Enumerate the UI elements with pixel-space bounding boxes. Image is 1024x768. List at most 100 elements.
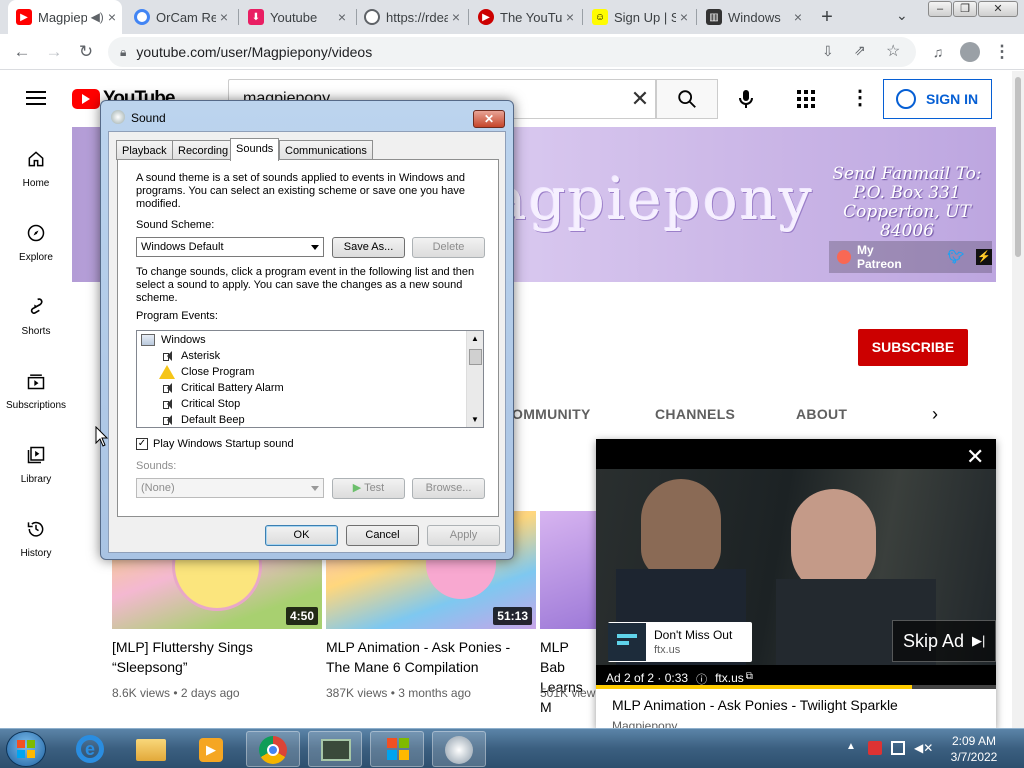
reload-icon[interactable]: ↻ — [74, 40, 98, 64]
ad-card[interactable]: Don't Miss Out ftx.us — [608, 622, 752, 662]
events-scrollbar[interactable]: ▲ ▼ — [466, 331, 483, 427]
tab-community[interactable]: OMMUNITY — [512, 406, 591, 422]
media-player-icon[interactable]: ▶ — [184, 731, 238, 767]
sidebar-item-history[interactable]: History — [0, 497, 72, 571]
network-icon[interactable] — [891, 741, 905, 755]
video-title[interactable]: MLP Animation - Ask Ponies - The Mane 6 … — [326, 637, 536, 677]
chrome-icon[interactable] — [246, 731, 300, 767]
scheme-dropdown[interactable]: Windows Default — [136, 237, 324, 257]
tab-recording[interactable]: Recording — [172, 140, 235, 160]
show-hidden-icons[interactable]: ▲ — [846, 741, 860, 755]
sidebar-item-subscriptions[interactable]: Subscriptions — [0, 349, 72, 423]
video-title[interactable]: [MLP] Fluttershy Sings “Sleepsong” — [112, 637, 322, 677]
list-item[interactable]: Critical Stop — [161, 396, 240, 412]
profile-icon[interactable] — [958, 40, 982, 64]
sign-in-button[interactable]: SIGN IN — [883, 79, 992, 119]
miniplayer-video-title[interactable]: MLP Animation - Ask Ponies - Twilight Sp… — [612, 697, 898, 713]
action-center-icon[interactable] — [868, 741, 882, 755]
browser-menu-icon[interactable]: ⋮ — [990, 40, 1014, 64]
browser-tab[interactable]: ▥ Windows × — [698, 0, 808, 34]
browser-tab[interactable]: https://rdeals × — [356, 0, 466, 34]
list-item[interactable]: Close Program — [159, 364, 254, 380]
video-thumbnail[interactable] — [540, 511, 596, 629]
audio-playing-icon[interactable]: ◀) — [91, 10, 104, 24]
tab-close-icon[interactable]: × — [338, 9, 346, 25]
test-button[interactable]: ▶ Test — [332, 478, 405, 499]
tab-communications[interactable]: Communications — [279, 140, 373, 160]
file-explorer-icon[interactable] — [124, 731, 178, 767]
url-text[interactable]: youtube.com/user/Magpiepony/videos — [136, 44, 372, 60]
tab-playback[interactable]: Playback — [116, 140, 173, 160]
recorder-app-icon[interactable] — [308, 731, 362, 767]
program-events-list[interactable]: Windows Asterisk Close Program Critical … — [136, 330, 484, 428]
microphone-icon[interactable] — [734, 87, 758, 111]
skip-ad-button[interactable]: Skip Ad ▶| — [892, 620, 996, 662]
restore-button[interactable]: ❐ — [953, 1, 977, 17]
apply-button[interactable]: Apply — [427, 525, 500, 546]
scrollbar-thumb[interactable] — [469, 349, 482, 365]
scrollbar-thumb[interactable] — [1015, 77, 1021, 257]
startup-sound-checkbox[interactable]: ✓ — [136, 438, 148, 450]
browser-tab[interactable]: ▶ Magpiepony ◀) × — [8, 0, 122, 34]
sidebar-item-library[interactable]: Library — [0, 423, 72, 497]
tab-close-icon[interactable]: × — [452, 9, 460, 25]
tab-close-icon[interactable]: × — [794, 9, 802, 25]
tab-close-icon[interactable]: × — [108, 9, 116, 25]
cancel-button[interactable]: Cancel — [346, 525, 419, 546]
forward-icon[interactable]: → — [42, 40, 66, 64]
delete-button[interactable]: Delete — [412, 237, 485, 258]
clear-search-icon[interactable]: ✕ — [624, 79, 656, 119]
tab-close-icon[interactable]: × — [680, 9, 688, 25]
page-scrollbar[interactable] — [1012, 71, 1024, 728]
tab-close-icon[interactable]: × — [220, 9, 228, 25]
hamburger-menu-icon[interactable] — [26, 91, 46, 105]
address-bar[interactable]: 🔒︎ youtube.com/user/Magpiepony/videos ⇩ … — [108, 37, 916, 67]
close-icon[interactable]: ✕ — [966, 446, 984, 468]
system-clock[interactable]: 2:09 AM 3/7/2022 — [944, 733, 1004, 765]
install-icon[interactable]: ⇩ — [822, 43, 834, 60]
browse-button[interactable]: Browse... — [412, 478, 485, 499]
browser-tab[interactable]: ▶ The YouTube × — [470, 0, 580, 34]
ok-button[interactable]: OK — [265, 525, 338, 546]
tab-about[interactable]: ABOUT — [796, 406, 847, 422]
list-item[interactable]: Default Beep — [161, 412, 245, 427]
share-icon[interactable]: ⇗ — [854, 42, 866, 59]
sidebar-item-shorts[interactable]: Shorts — [0, 275, 72, 349]
internet-explorer-icon[interactable]: e — [64, 731, 118, 767]
sidebar-item-explore[interactable]: Explore — [0, 201, 72, 275]
close-window-button[interactable]: ✕ — [978, 1, 1018, 17]
list-item[interactable]: Critical Battery Alarm — [161, 380, 284, 396]
scroll-up-icon[interactable]: ▲ — [471, 334, 479, 343]
startup-sound-label[interactable]: Play Windows Startup sound — [153, 438, 294, 451]
chevron-right-icon[interactable]: › — [932, 404, 938, 425]
dialog-close-button[interactable]: ✕ — [473, 110, 505, 128]
tab-channels[interactable]: CHANNELS — [655, 406, 735, 422]
media-control-icon[interactable]: ♫ — [926, 40, 950, 64]
browser-tab[interactable]: ⬇ Youtube × — [240, 0, 352, 34]
sound-app-icon[interactable] — [432, 731, 486, 767]
tab-close-icon[interactable]: × — [566, 9, 574, 25]
lock-icon[interactable]: 🔒︎ — [120, 45, 126, 60]
ad-video-frame[interactable]: Don't Miss Out ftx.us Skip Ad ▶| — [596, 469, 996, 665]
apps-grid-icon[interactable] — [797, 90, 815, 108]
back-icon[interactable]: ← — [10, 40, 34, 64]
new-tab-button[interactable]: + — [815, 4, 839, 30]
patreon-link[interactable]: My Patreon — [857, 243, 922, 271]
sidebar-item-home[interactable]: Home — [0, 127, 72, 201]
start-button[interactable] — [6, 731, 46, 767]
scroll-down-icon[interactable]: ▼ — [471, 415, 479, 424]
social-link-icon[interactable]: ⚡ — [976, 249, 992, 265]
twitter-icon[interactable]: 🐦︎ — [948, 249, 965, 265]
browser-tab[interactable]: ☺ Sign Up | Snapchat × — [584, 0, 694, 34]
search-button[interactable] — [656, 79, 718, 119]
bookmark-star-icon[interactable]: ☆ — [886, 41, 900, 61]
tab-search-icon[interactable]: ⌄ — [896, 7, 908, 24]
tab-sounds[interactable]: Sounds — [230, 138, 280, 161]
browser-tab[interactable]: OrCam Read × — [126, 0, 234, 34]
settings-more-icon[interactable]: ⋮ — [850, 85, 870, 110]
subscribe-button[interactable]: SUBSCRIBE — [858, 329, 968, 366]
patreon-icon[interactable] — [837, 250, 851, 264]
miniplayer-channel[interactable]: Magpiepony — [612, 719, 677, 728]
list-item[interactable]: Asterisk — [161, 348, 220, 364]
sounds-dropdown[interactable]: (None) — [136, 478, 324, 498]
